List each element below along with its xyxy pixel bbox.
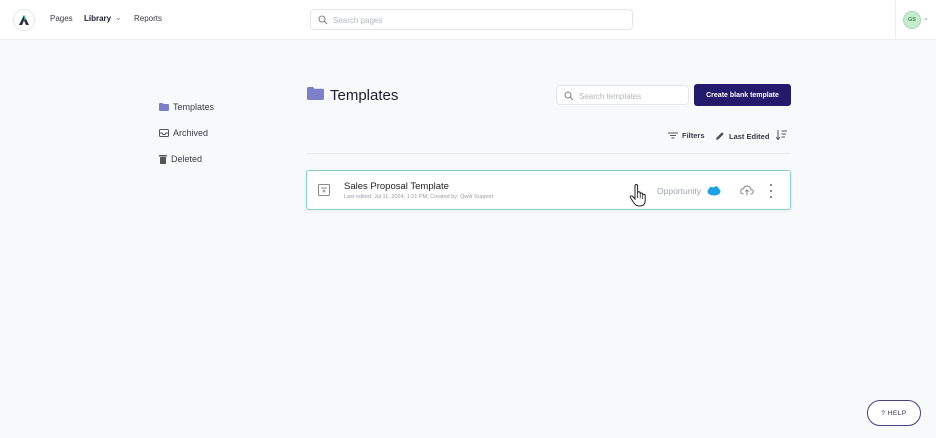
folder-icon — [159, 103, 169, 111]
more-options-button[interactable] — [768, 184, 774, 198]
sidebar-item-label: Archived — [173, 128, 209, 138]
topbar-divider — [895, 0, 896, 40]
chevron-down-icon[interactable]: ⌄ — [115, 13, 122, 22]
sidebar-item-label: Templates — [173, 102, 215, 112]
sidebar-item-templates[interactable]: Templates — [159, 100, 214, 114]
search-icon — [318, 15, 328, 25]
salesforce-icon — [707, 185, 721, 195]
logo-icon — [19, 15, 29, 25]
filters-button[interactable]: Filters — [668, 131, 705, 140]
hand-cursor-icon — [629, 184, 646, 207]
top-bar: Pages Library ⌄ Reports Search pages GS … — [0, 0, 936, 40]
search-pages-placeholder: Search pages — [333, 16, 383, 25]
filter-icon — [668, 132, 678, 139]
sidebar-item-label: Deleted — [171, 154, 203, 164]
search-templates-placeholder: Search templates — [579, 92, 642, 101]
tag-label: Opportunity — [657, 185, 701, 196]
template-card[interactable]: Sales Proposal Template Last edited: Jul… — [306, 170, 791, 210]
opportunity-tag[interactable]: Opportunity — [657, 183, 721, 198]
sidebar-item-archived[interactable]: Archived — [159, 126, 208, 140]
filters-label: Filters — [682, 131, 705, 140]
page-title: Templates — [330, 87, 399, 104]
header-divider — [307, 153, 791, 154]
search-icon — [564, 91, 574, 101]
create-blank-template-button[interactable]: Create blank template — [694, 84, 791, 106]
template-name[interactable]: Sales Proposal Template — [344, 181, 449, 192]
pencil-icon — [716, 132, 724, 140]
nav-reports[interactable]: Reports — [134, 14, 162, 23]
sidebar-item-deleted[interactable]: Deleted — [159, 152, 202, 166]
app-logo[interactable] — [13, 9, 35, 31]
template-icon — [318, 184, 330, 196]
help-button[interactable]: ? HELP — [867, 400, 921, 426]
sort-order-icon[interactable] — [776, 130, 787, 140]
sort-label: Last Edited — [729, 131, 770, 141]
archive-icon — [159, 129, 169, 137]
search-templates-input[interactable]: Search templates — [556, 85, 689, 105]
search-pages-input[interactable]: Search pages — [310, 9, 633, 30]
nav-library[interactable]: Library — [84, 14, 111, 23]
avatar[interactable]: GS — [903, 11, 921, 29]
template-meta: Last edited: Jul 11, 2024, 1:21 PM, Crea… — [344, 194, 494, 200]
sort-last-edited-button[interactable]: Last Edited — [715, 131, 769, 141]
publish-icon[interactable] — [740, 184, 754, 196]
folder-icon — [307, 87, 324, 100]
trash-icon — [159, 154, 167, 164]
nav-pages[interactable]: Pages — [50, 14, 73, 23]
chevron-down-icon[interactable]: ⌄ — [923, 14, 929, 22]
